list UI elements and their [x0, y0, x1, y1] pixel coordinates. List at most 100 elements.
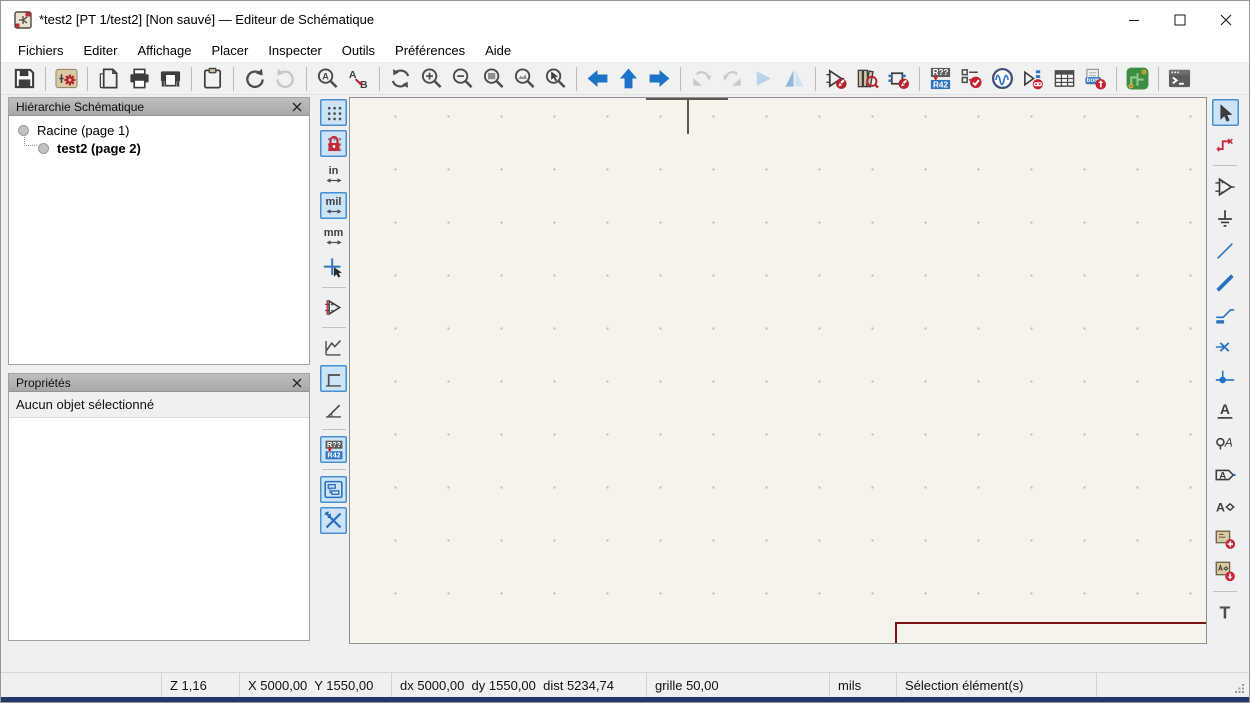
symbol-editor-button[interactable] [822, 65, 851, 92]
highlight-net-button[interactable] [1212, 131, 1239, 158]
cursor-shape-button[interactable] [320, 254, 347, 281]
menu-placer[interactable]: Placer [201, 40, 258, 61]
properties-panel-close-button[interactable] [292, 378, 302, 388]
plot-button[interactable] [156, 65, 185, 92]
import-sheet-pin-button[interactable] [1212, 557, 1239, 584]
bom-button[interactable]: bom [1081, 65, 1110, 92]
place-symbol-button[interactable] [1212, 173, 1239, 200]
bus-entry-button[interactable] [1212, 301, 1239, 328]
annotate-auto-button[interactable]: R??R42 [320, 436, 347, 463]
separator [322, 287, 346, 288]
svg-text:A: A [1220, 402, 1230, 417]
hierarchy-tree: Racine (page 1) test2 (page 2) [9, 116, 309, 346]
draw-bus-button[interactable] [1212, 269, 1239, 296]
mirror-horizontal-button[interactable] [780, 65, 809, 92]
scripting-console-button[interactable] [1165, 65, 1194, 92]
draw-wire-button[interactable] [1212, 237, 1239, 264]
wire-free-angle-button[interactable] [320, 334, 347, 361]
pcb-editor-button[interactable] [1123, 65, 1152, 92]
navigate-up-button[interactable] [614, 65, 643, 92]
wire-45-icon [323, 399, 344, 420]
hierarchy-navigator-button[interactable] [320, 476, 347, 503]
navigate-back-button[interactable] [583, 65, 612, 92]
minimize-button[interactable] [1111, 1, 1157, 38]
annotate-button[interactable]: R??R42 [926, 65, 955, 92]
separator [815, 67, 816, 91]
schematic-setup-button[interactable] [52, 65, 81, 92]
resize-grip[interactable] [1235, 684, 1249, 697]
hierarchy-navigator-icon [323, 479, 344, 500]
global-label-button[interactable]: A [1212, 461, 1239, 488]
save-button[interactable] [10, 65, 39, 92]
rotate-ccw-button[interactable] [687, 65, 716, 92]
menu-outils[interactable]: Outils [332, 40, 385, 61]
zoom-fit-button[interactable] [479, 65, 508, 92]
unit-inches-button[interactable]: in [320, 161, 347, 188]
refresh-view-button[interactable] [386, 65, 415, 92]
find-replace-button[interactable]: AB [344, 65, 373, 92]
zoom-out-button[interactable] [448, 65, 477, 92]
schematic-canvas[interactable] [349, 97, 1207, 644]
undo-icon [243, 67, 266, 90]
tree-item-root[interactable]: Racine (page 1) [18, 123, 130, 138]
paste-button[interactable] [198, 65, 227, 92]
no-connect-button[interactable] [1212, 333, 1239, 360]
rotate-cw-button[interactable] [718, 65, 747, 92]
net-label-button[interactable]: A [1212, 397, 1239, 424]
minimize-icon [1128, 14, 1140, 26]
tree-item-test2[interactable]: test2 (page 2) [38, 141, 141, 156]
erc-button[interactable] [957, 65, 986, 92]
unit-mils-icon: mil [326, 197, 342, 215]
junction-button[interactable] [1212, 365, 1239, 392]
redo-button[interactable] [271, 65, 300, 92]
maximize-button[interactable] [1157, 1, 1203, 38]
hierarchical-label-button[interactable]: A [1212, 493, 1239, 520]
symbol-library-browser-button[interactable] [853, 65, 882, 92]
zoom-in-button[interactable] [417, 65, 446, 92]
wire-45-button[interactable] [320, 396, 347, 423]
menu-fichiers[interactable]: Fichiers [8, 40, 74, 61]
mirror-vertical-button[interactable] [749, 65, 778, 92]
separator [233, 67, 234, 91]
symbol-fields-table-button[interactable] [1050, 65, 1079, 92]
wire-free-angle-icon [323, 337, 344, 358]
zoom-selection-button[interactable] [541, 65, 570, 92]
hierarchy-panel-close-button[interactable] [292, 102, 302, 112]
grid-visibility-button[interactable] [320, 99, 347, 126]
menu-preferences[interactable]: Préférences [385, 40, 475, 61]
titlebar[interactable]: *test2 [PT 1/test2] [Non sauvé] — Editeu… [1, 1, 1249, 38]
wire-hv-button[interactable] [320, 365, 347, 392]
unit-mils-button[interactable]: mil [320, 192, 347, 219]
footprint-editor-button[interactable] [884, 65, 913, 92]
add-sheet-button[interactable] [1212, 525, 1239, 552]
zoom-objects-button[interactable] [510, 65, 539, 92]
undo-button[interactable] [240, 65, 269, 92]
page-settings-button[interactable] [94, 65, 123, 92]
menu-inspecter[interactable]: Inspecter [258, 40, 331, 61]
properties-panel-header[interactable]: Propriétés [9, 374, 309, 392]
navigate-forward-button[interactable] [645, 65, 674, 92]
assign-footprints-button[interactable] [1019, 65, 1048, 92]
svg-text:A: A [1219, 470, 1226, 481]
menu-aide[interactable]: Aide [475, 40, 521, 61]
netclass-directive-button[interactable]: A [1212, 429, 1239, 456]
unit-mm-button[interactable]: mm [320, 223, 347, 250]
hidden-pins-button[interactable] [320, 294, 347, 321]
save-icon [13, 67, 36, 90]
menu-affichage[interactable]: Affichage [127, 40, 201, 61]
simulator-button[interactable] [988, 65, 1017, 92]
bom-icon: bom [1084, 67, 1107, 90]
print-button[interactable] [125, 65, 154, 92]
place-power-port-button[interactable] [1212, 205, 1239, 232]
annotate-icon: R??R42 [928, 66, 953, 91]
find-button[interactable]: A [313, 65, 342, 92]
properties-panel-toggle-button[interactable] [320, 507, 347, 534]
select-tool-button[interactable] [1212, 99, 1239, 126]
close-button[interactable] [1203, 1, 1249, 38]
separator [680, 67, 681, 91]
menu-editer[interactable]: Editer [74, 40, 128, 61]
grid-overrides-button[interactable] [320, 130, 347, 157]
hierarchy-panel-header[interactable]: Hiérarchie Schématique [9, 98, 309, 116]
text-tool-button[interactable]: T [1212, 599, 1239, 626]
hidden-pins-icon [323, 297, 344, 318]
